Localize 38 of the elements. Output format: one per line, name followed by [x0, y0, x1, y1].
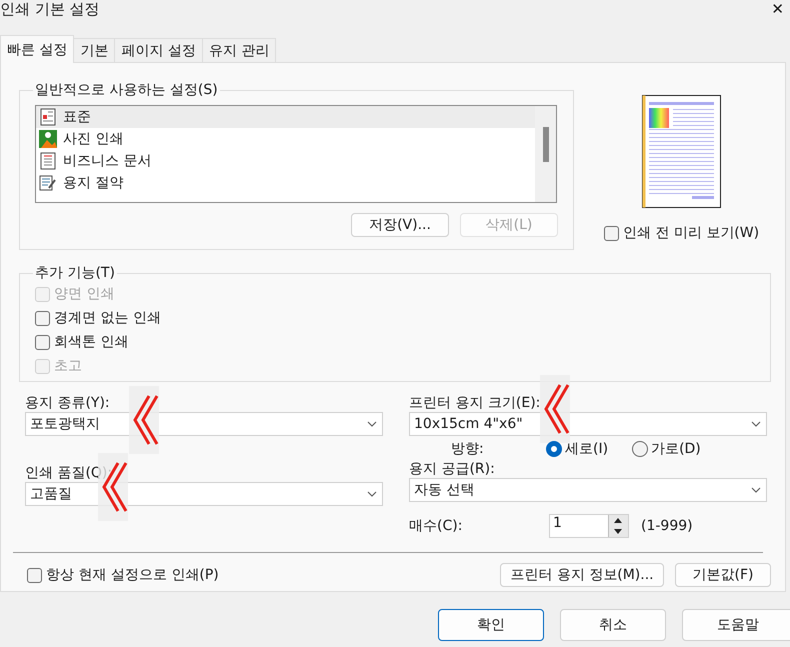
range-hint: (1-999)	[641, 518, 693, 534]
paper-size-dropdown[interactable]: 10x15cm 4"x6"	[409, 412, 767, 436]
quality-dropdown[interactable]: 고품질	[25, 482, 383, 506]
field-label: 용지 종류(Y):	[25, 394, 111, 412]
feature-checkbox[interactable]: 회색톤 인쇄	[35, 330, 755, 354]
window-title: 인쇄 기본 설정	[0, 0, 100, 18]
field-label: 매수(C):	[409, 517, 464, 535]
list-item[interactable]: 사진 인쇄	[36, 128, 535, 150]
group-label: 일반적으로 사용하는 설정(S)	[34, 81, 219, 99]
item-label: 비즈니스 문서	[63, 152, 152, 170]
dialog-button[interactable]: 확인	[438, 609, 544, 641]
list-item[interactable]: 표준	[36, 106, 535, 128]
settings-list[interactable]: 표준 사진 인쇄 비즈니스 문서 용지 절약	[35, 105, 557, 203]
preview-checkbox[interactable]: 인쇄 전 미리 보기(W)	[604, 221, 760, 245]
item-label: 표준	[63, 108, 91, 126]
field-label: 프린터 용지 크기(E):	[409, 394, 542, 412]
panel-button[interactable]: 프린터 용지 정보(M)...	[500, 563, 664, 587]
close-button[interactable]: ✕	[771, 0, 784, 18]
list-item[interactable]: 용지 절약	[36, 172, 535, 194]
copies-spinner[interactable]: 1	[549, 514, 629, 538]
field-label: 용지 공급(R):	[409, 462, 496, 478]
field-label: 방향:	[451, 440, 485, 458]
tab[interactable]: 유지 관리	[202, 38, 276, 62]
dialog-button[interactable]: 취소	[560, 609, 666, 641]
item-label: 사진 인쇄	[63, 130, 124, 148]
orientation-radio[interactable]: 가로(D)	[632, 440, 701, 458]
feature-checkbox[interactable]: 경계면 없는 인쇄	[35, 306, 755, 330]
paper-type-dropdown[interactable]: 포토광택지	[25, 412, 383, 436]
list-button[interactable]: 저장(V)...	[351, 213, 449, 237]
always-print-checkbox[interactable]: 항상 현재 설정으로 인쇄(P)	[27, 563, 489, 587]
paper-source-dropdown[interactable]: 자동 선택	[409, 478, 767, 502]
item-label: 용지 절약	[63, 174, 124, 192]
tab[interactable]: 빠른 설정	[0, 35, 74, 63]
panel-button[interactable]: 기본값(F)	[675, 563, 771, 587]
list-item[interactable]: 비즈니스 문서	[36, 150, 535, 172]
field-label: 인쇄 품질(Q):	[25, 464, 114, 482]
dialog-button[interactable]: 도움말	[682, 609, 790, 641]
group-label: 추가 기능(T)	[34, 264, 116, 282]
